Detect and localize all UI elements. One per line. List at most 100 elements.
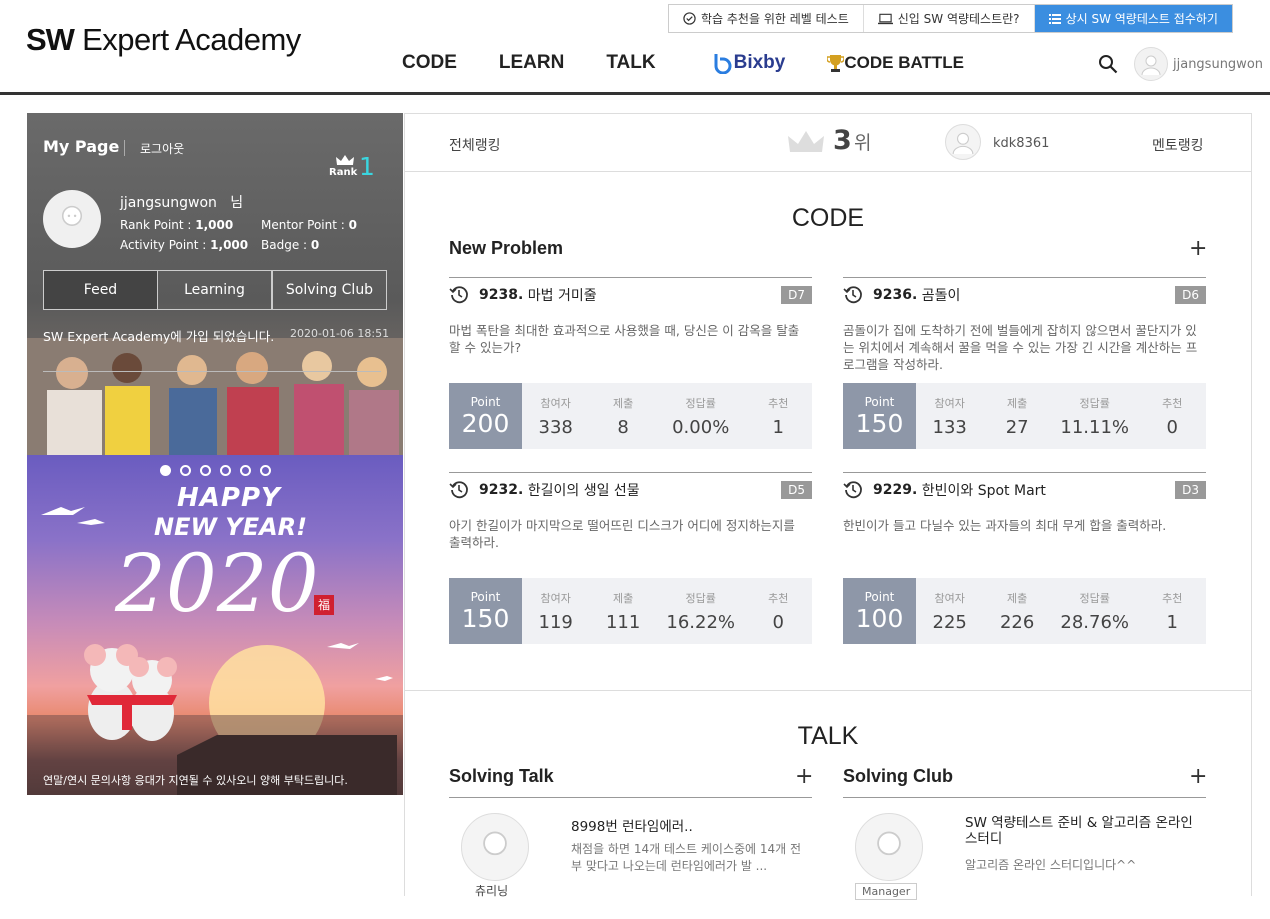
profile-avatar: [43, 190, 101, 248]
level-badge: D3: [1175, 481, 1206, 499]
talk-post-title[interactable]: 8998번 런타임에러..: [571, 815, 693, 835]
new-sw-test-link[interactable]: 신입 SW 역량테스트란?: [864, 5, 1035, 32]
problem-description: 한빈이가 들고 다닐수 있는 과자들의 최대 무게 합을 출력하라.: [843, 518, 1167, 533]
problem-card[interactable]: 9229. 한빈이와 Spot Mart D3 한빈이가 들고 다닐수 있는 과…: [843, 472, 1206, 647]
stat-submits: 제출 27: [1005, 396, 1029, 438]
talk-post-body: 채점을 하면 14개 테스트 케이스중에 14개 전부 맞다고 나오는데 런타임…: [571, 842, 802, 873]
tab-feed[interactable]: Feed: [43, 270, 158, 310]
nav-code[interactable]: CODE: [402, 52, 457, 74]
point-box: Point 150: [449, 578, 522, 644]
card-divider: [843, 277, 1206, 278]
user-area: jjangsungwon: [1098, 47, 1263, 81]
rank-point: Rank Point : 1,000: [120, 218, 234, 232]
person-icon: [952, 132, 974, 154]
solving-talk-divider: [449, 797, 812, 798]
nav-code-battle[interactable]: CODE BATTLE: [827, 53, 964, 73]
overall-ranking-link[interactable]: 전체랭킹: [449, 135, 501, 155]
mypage-panel: My Page 로그아웃 Rank 1 jjangsungwon 님 Rank …: [27, 113, 403, 455]
bixby-icon: [714, 54, 732, 74]
username-link[interactable]: jjangsungwon: [1173, 57, 1263, 72]
stat-rate: 정답률 0.00%: [672, 396, 730, 438]
feed-text: SW Expert Academy에 가입 되었습니다.: [43, 329, 275, 344]
stat-recommend: 추천 1: [768, 396, 789, 438]
problem-title[interactable]: 9229. 한빈이와 Spot Mart: [843, 480, 1046, 500]
my-rank-value: 3: [833, 125, 852, 156]
apply-test-button[interactable]: 상시 SW 역량테스트 접수하기: [1034, 5, 1232, 32]
problem-card[interactable]: 9236. 곰돌이 D6 곰돌이가 집에 도착하기 전에 벌들에게 잡히지 않으…: [843, 277, 1206, 452]
search-icon[interactable]: [1098, 54, 1118, 74]
level-badge: D6: [1175, 286, 1206, 304]
problem-description: 아기 한길이가 마지막으로 떨어뜨린 디스크가 어디에 정지하는지를 출력하라.: [449, 518, 795, 550]
crown-icon: [788, 131, 824, 152]
check-circle-icon: [683, 12, 696, 25]
new-problem-more-button[interactable]: +: [1189, 236, 1207, 261]
problem-description: 곰돌이가 집에 도착하기 전에 벌들에게 잡히지 않으면서 꿀단지가 있는 위치…: [843, 323, 1198, 372]
mypage-title: My Page: [43, 137, 120, 156]
problem-title[interactable]: 9238. 마법 거미줄: [449, 285, 597, 305]
level-badge: D5: [781, 481, 812, 499]
problem-card[interactable]: 9232. 한길이의 생일 선물 D5 아기 한길이가 마지막으로 떨어뜨린 디…: [449, 472, 812, 647]
feed-divider: [43, 371, 381, 372]
problem-card[interactable]: 9238. 마법 거미줄 D7 마법 폭탄을 최대한 효과적으로 사용했을 때,…: [449, 277, 812, 452]
point-box: Point 100: [843, 578, 916, 644]
people-photo: [27, 338, 403, 455]
top-link-bar: 학습 추천을 위한 레벨 테스트 신입 SW 역량테스트란? 상시 SW 역량테…: [668, 4, 1233, 33]
problem-stats: Point 200 참여자 338 제출 8 정답률 0.00% 추천 1: [449, 383, 812, 449]
solving-talk-more-button[interactable]: +: [795, 764, 813, 789]
level-test-link[interactable]: 학습 추천을 위한 레벨 테스트: [669, 5, 864, 32]
activity-point: Activity Point : 1,000: [120, 238, 249, 252]
history-icon: [449, 481, 468, 499]
tab-learning[interactable]: Learning: [157, 270, 272, 310]
section-divider: [405, 690, 1251, 691]
code-section-title: CODE: [791, 204, 865, 232]
club-post-title[interactable]: SW 역량테스트 준비 & 알고리즘 온라인 스터디: [965, 815, 1207, 847]
nav-talk[interactable]: TALK: [606, 52, 655, 74]
solving-club-more-button[interactable]: +: [1189, 764, 1207, 789]
badge-count: Badge : 0: [261, 238, 320, 252]
mentor-ranking-link[interactable]: 멘토랭킹: [1152, 135, 1204, 155]
stat-participants: 참여자 225: [932, 591, 967, 633]
tab-solving-club[interactable]: Solving Club: [272, 270, 387, 310]
person-icon: [61, 205, 83, 226]
solving-club-divider: [843, 797, 1206, 798]
mentor-point: Mentor Point : 0: [261, 218, 357, 232]
stat-rate: 정답률 16.22%: [666, 591, 736, 633]
problem-title[interactable]: 9232. 한길이의 생일 선물: [449, 480, 640, 500]
top-user-name[interactable]: kdk8361: [993, 136, 1049, 151]
stat-recommend: 추천 1: [1162, 591, 1183, 633]
main-nav: CODE LEARN TALK Bixby CODE BATTLE: [402, 52, 1006, 74]
problem-stats: Point 150 참여자 133 제출 27 정답률 11.11% 추천 0: [843, 383, 1206, 449]
nav-learn[interactable]: LEARN: [499, 52, 564, 74]
problem-title[interactable]: 9236. 곰돌이: [843, 285, 960, 305]
rank-block: Rank 1: [329, 152, 375, 181]
club-avatar: [855, 813, 923, 881]
logout-link[interactable]: 로그아웃: [140, 140, 184, 157]
problem-description: 마법 폭탄을 최대한 효과적으로 사용했을 때, 당신은 이 감옥을 탈출할 수…: [449, 323, 800, 355]
card-divider: [449, 472, 812, 473]
stat-recommend: 추천 0: [768, 591, 789, 633]
solving-club-title: Solving Club: [843, 766, 953, 786]
club-role-badge: Manager: [855, 883, 918, 900]
person-icon: [877, 831, 901, 856]
newyear-banner[interactable]: HAPPY NEW YEAR! 2020 福 연말/연시 문의사항 응대가 지연…: [27, 455, 403, 795]
card-divider: [449, 277, 812, 278]
stat-participants: 참여자 119: [538, 591, 573, 633]
stat-rate: 정답률 11.11%: [1060, 396, 1130, 438]
point-box: Point 150: [843, 383, 916, 449]
stat-participants: 참여자 133: [932, 396, 967, 438]
talk-post[interactable]: 츄리닝 8998번 런타임에러.. 채점을 하면 14개 테스트 케이스중에 1…: [449, 809, 812, 919]
site-header: SW Expert Academy 학습 추천을 위한 레벨 테스트 신입 SW…: [0, 0, 1270, 95]
club-post-body: 알고리즘 온라인 스터디입니다^^: [965, 858, 1137, 872]
main-content: 전체랭킹 3 위 kdk8361 멘토랭킹 CODE New Problem +…: [404, 113, 1252, 900]
nav-bixby[interactable]: Bixby: [712, 52, 785, 74]
club-post[interactable]: Manager SW 역량테스트 준비 & 알고리즘 온라인 스터디 알고리즘 …: [843, 809, 1206, 919]
talk-user-name: 츄리닝: [475, 884, 509, 898]
history-icon: [449, 286, 468, 304]
site-logo[interactable]: SW Expert Academy: [26, 22, 301, 58]
problem-stats: Point 150 참여자 119 제출 111 정답률 16.22% 추천 0: [449, 578, 812, 644]
profile-username: jjangsungwon 님: [120, 195, 244, 211]
stat-participants: 참여자 338: [538, 396, 573, 438]
banner-notice: 연말/연시 문의사항 응대가 지연될 수 있사오니 양해 부탁드립니다.: [43, 774, 348, 787]
person-icon: [483, 831, 507, 856]
user-avatar[interactable]: [1134, 47, 1168, 81]
